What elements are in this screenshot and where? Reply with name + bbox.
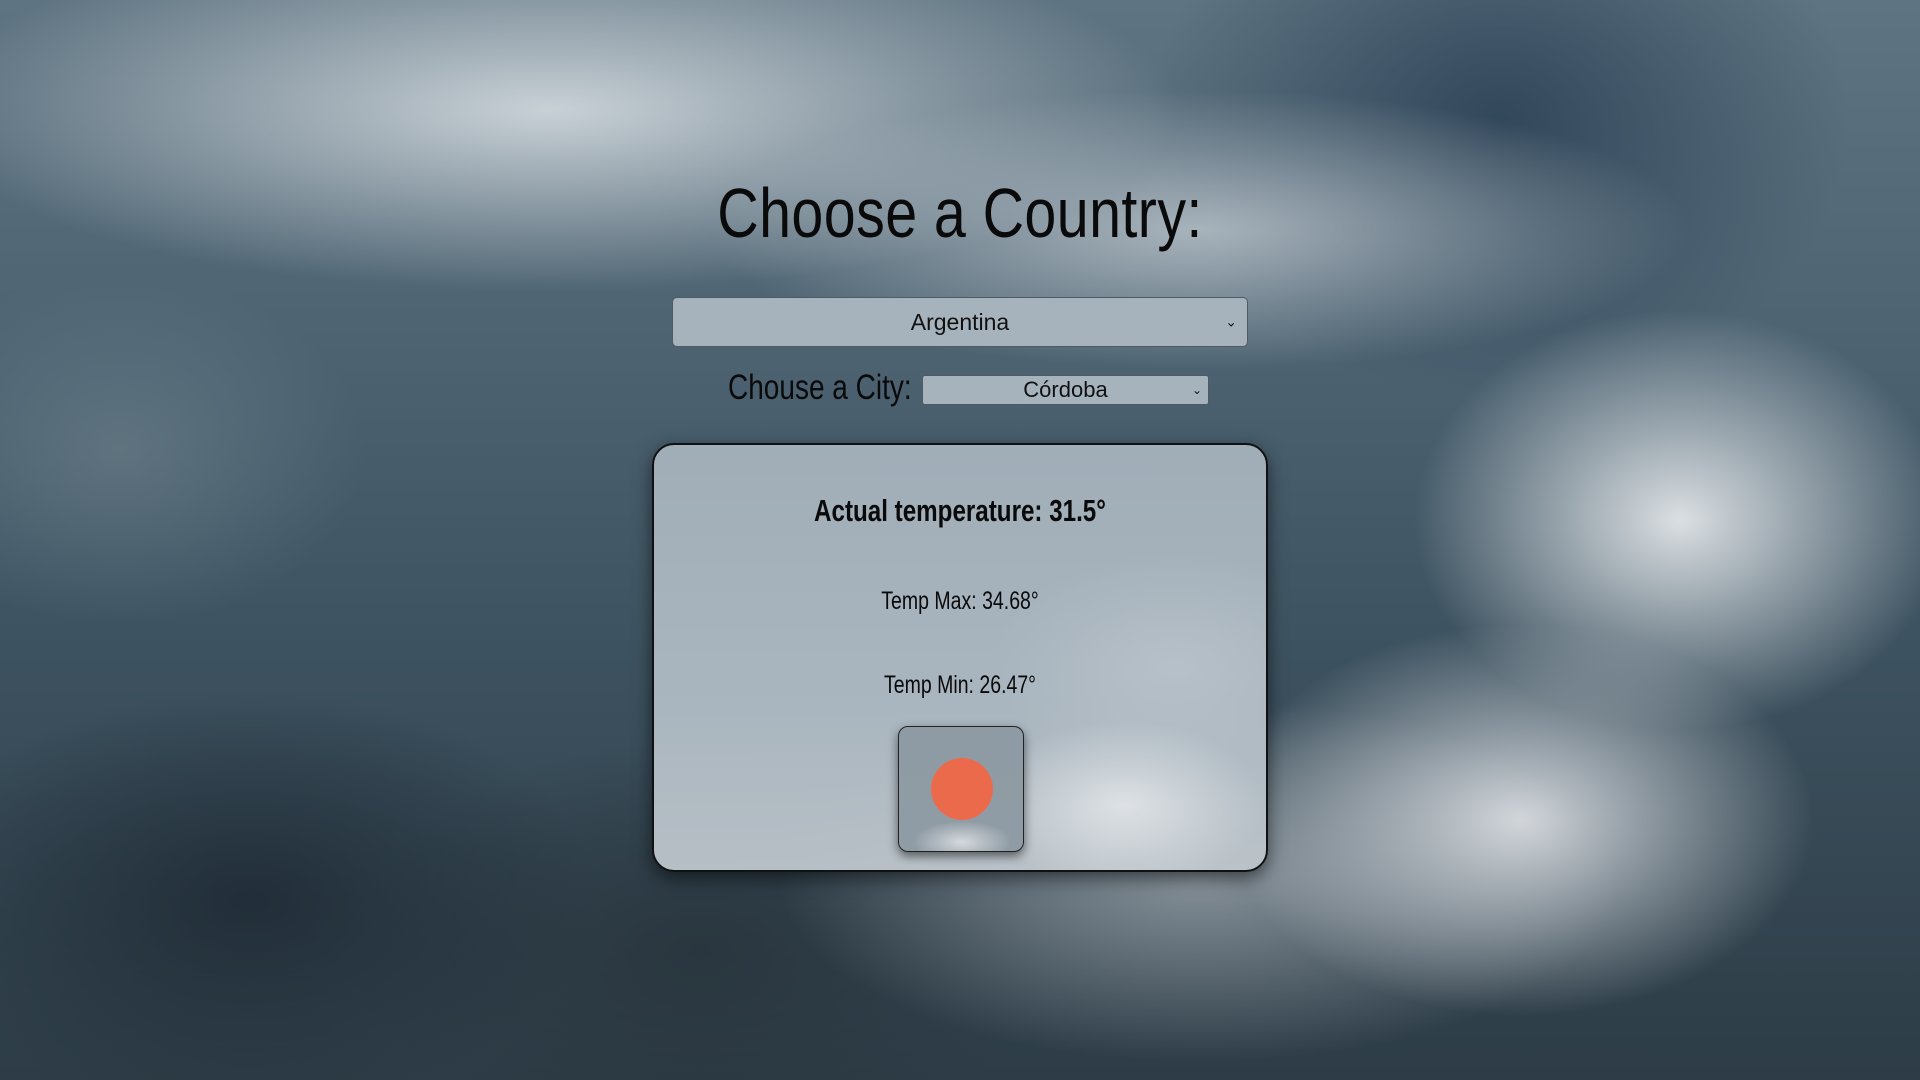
- country-select[interactable]: Argentina ⌄: [672, 297, 1248, 347]
- weather-card: Actual temperature: 31.5° Temp Max: 34.6…: [652, 443, 1268, 872]
- chevron-down-icon: ⌄: [1191, 383, 1202, 397]
- temp-max: Temp Max: 34.68°: [881, 587, 1039, 615]
- chevron-down-icon: ⌄: [1225, 313, 1237, 330]
- temp-min: Temp Min: 26.47°: [884, 671, 1036, 699]
- sun-icon: [931, 758, 993, 820]
- actual-temperature: Actual temperature: 31.5°: [814, 493, 1106, 528]
- city-row: Chouse a City: Córdoba ⌄: [0, 366, 1920, 410]
- page-title: Choose a Country:: [717, 174, 1203, 252]
- city-select-value: Córdoba: [1023, 377, 1108, 402]
- weather-icon-box: [898, 726, 1024, 852]
- city-label: Chouse a City:: [728, 368, 912, 407]
- city-select[interactable]: Córdoba ⌄: [922, 375, 1209, 405]
- country-select-value: Argentina: [910, 308, 1010, 335]
